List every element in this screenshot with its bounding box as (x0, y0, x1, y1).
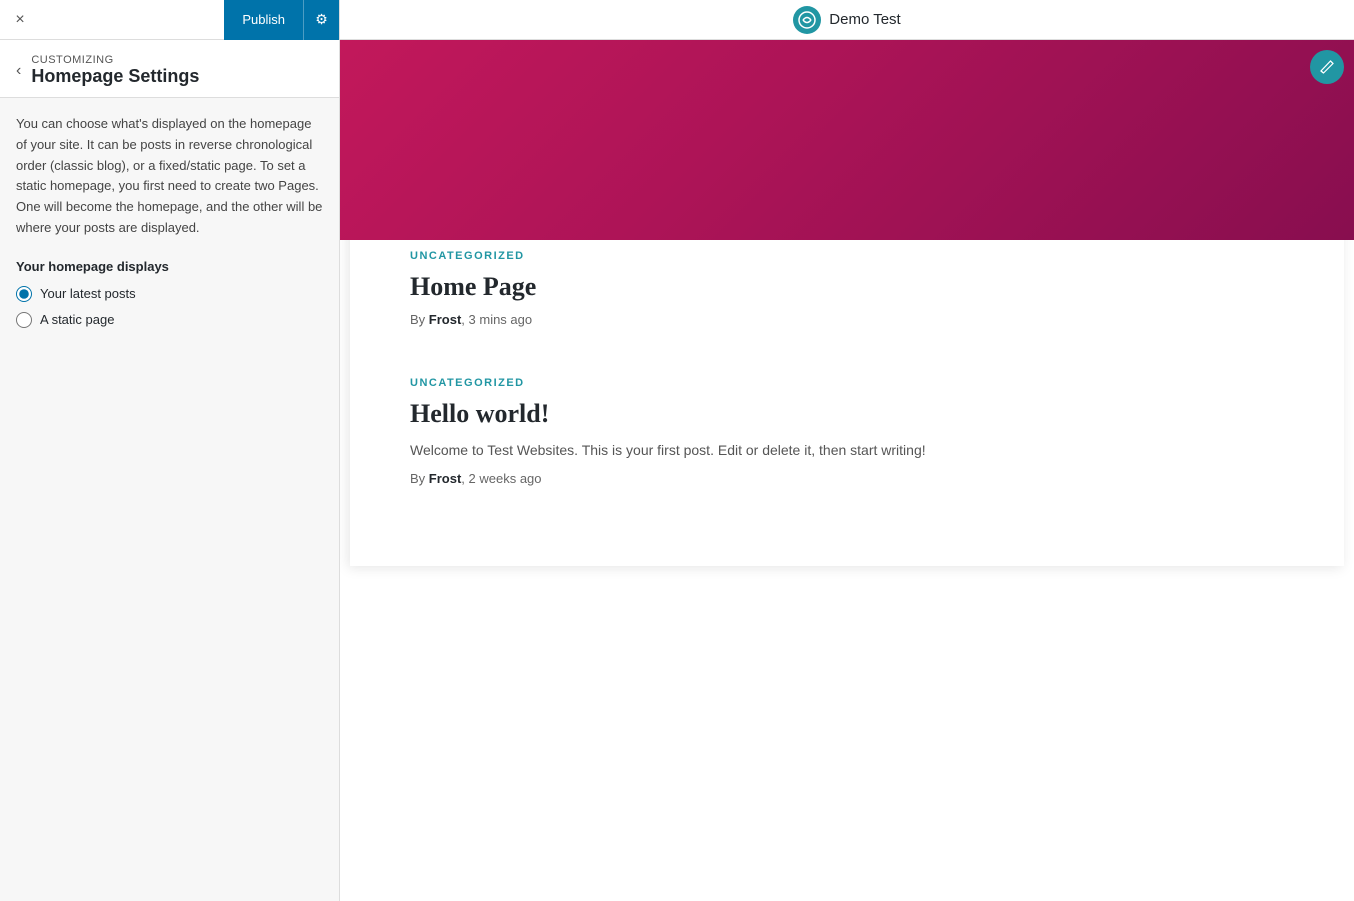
publish-area: Publish ⚙ (224, 0, 339, 40)
posts-container: UNCATEGORIZED Home Page By Frost, 3 mins… (350, 220, 1344, 566)
top-bar: × Publish ⚙ (0, 0, 339, 40)
logo-icon (798, 11, 816, 29)
settings-button[interactable]: ⚙ (303, 0, 339, 40)
publish-button[interactable]: Publish (224, 0, 303, 40)
post-category: UNCATEGORIZED (410, 250, 1284, 262)
post-excerpt: Welcome to Test Websites. This is your f… (410, 439, 1284, 461)
left-panel: × Publish ⚙ ‹ Customizing Homepage Setti… (0, 0, 340, 901)
post-entry: UNCATEGORIZED Home Page By Frost, 3 mins… (410, 250, 1284, 327)
post-by-label: By (410, 312, 425, 327)
pencil-icon (1320, 60, 1334, 74)
site-logo (793, 6, 821, 34)
homepage-displays-label: Your homepage displays (16, 259, 323, 274)
back-button[interactable]: ‹ (16, 62, 21, 80)
close-button[interactable]: × (0, 0, 40, 40)
post-meta: By Frost, 2 weeks ago (410, 471, 1284, 486)
section-header: ‹ Customizing Homepage Settings (0, 40, 339, 98)
post-author: Frost (429, 471, 462, 486)
static-page-label: A static page (40, 312, 114, 327)
post-title[interactable]: Hello world! (410, 399, 1284, 429)
post-title[interactable]: Home Page (410, 272, 1284, 302)
post-time: , 3 mins ago (461, 312, 532, 327)
section-title: Homepage Settings (31, 66, 199, 87)
latest-posts-label: Your latest posts (40, 286, 136, 301)
latest-posts-option[interactable]: Your latest posts (16, 286, 323, 302)
section-header-text: Customizing Homepage Settings (31, 54, 199, 87)
post-entry: UNCATEGORIZED Hello world! Welcome to Te… (410, 377, 1284, 486)
customizing-label: Customizing (31, 54, 199, 66)
static-page-option[interactable]: A static page (16, 312, 323, 328)
hero-section (340, 40, 1354, 240)
static-page-radio[interactable] (16, 312, 32, 328)
right-panel: Demo Test UNCATEGORIZED Home Page By F (340, 0, 1354, 901)
post-category: UNCATEGORIZED (410, 377, 1284, 389)
site-name: Demo Test (829, 11, 900, 28)
post-author: Frost (429, 312, 462, 327)
preview-header: Demo Test (340, 0, 1354, 40)
preview-content: UNCATEGORIZED Home Page By Frost, 3 mins… (340, 40, 1354, 901)
latest-posts-radio[interactable] (16, 286, 32, 302)
edit-hero-button[interactable] (1310, 50, 1344, 84)
post-by-label: By (410, 471, 425, 486)
post-meta: By Frost, 3 mins ago (410, 312, 1284, 327)
panel-content: You can choose what's displayed on the h… (0, 98, 339, 901)
description-text: You can choose what's displayed on the h… (16, 114, 323, 239)
post-time: , 2 weeks ago (461, 471, 541, 486)
